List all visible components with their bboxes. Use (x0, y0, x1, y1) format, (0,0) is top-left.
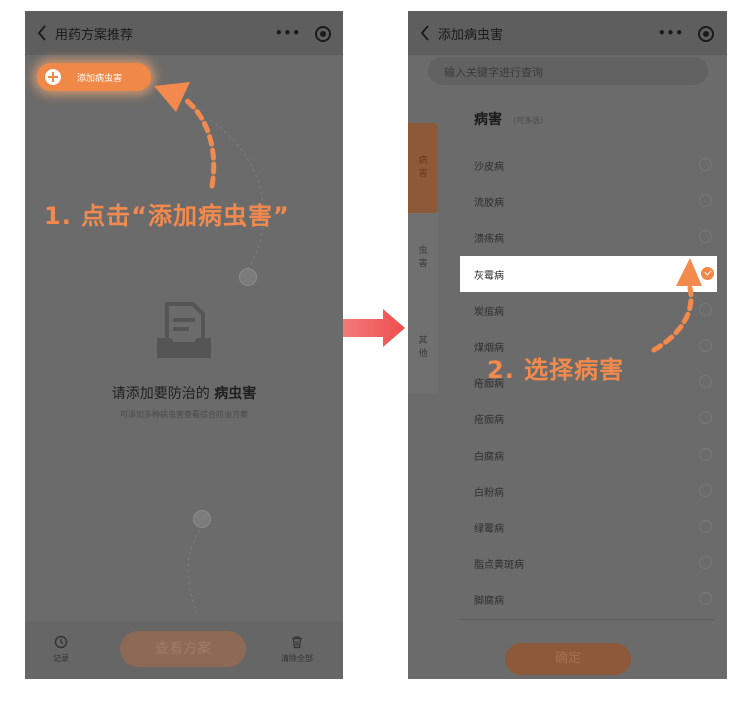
clear-all-label: 清除全部 (281, 654, 313, 663)
step1-annotation: 1. 点击“添加病虫害” (44, 202, 290, 230)
disease-row[interactable]: 灰霉病 (460, 255, 717, 292)
right-phone-screen: 添加病虫害 ••• 输入关键字进行查询 病害 虫害 其他 病害 (可多选) 沙皮… (408, 11, 727, 679)
view-plan-button[interactable]: 查看方案 (120, 631, 246, 667)
checked-radio-icon[interactable] (701, 266, 714, 280)
disease-name: 溃疡病 (474, 234, 504, 246)
disease-name: 白粉病 (474, 487, 504, 499)
add-pest-label: 添加病虫害 (77, 74, 123, 84)
radio-icon[interactable] (699, 447, 712, 461)
tab-pest[interactable]: 虫害 (408, 243, 438, 283)
disease-row[interactable]: 脂点黄斑病 (460, 545, 715, 581)
disease-name: 白腐病 (474, 451, 504, 463)
disease-row[interactable]: 白腐病 (460, 437, 715, 473)
section-subtitle: (可多选) (513, 116, 544, 125)
clear-all-button[interactable]: 清除全部 (281, 635, 313, 664)
document-icon (157, 302, 211, 358)
radio-icon[interactable] (699, 230, 712, 244)
right-nav-bar: 添加病虫害 ••• (408, 11, 727, 55)
step2-annotation: 2. 选择病害 (487, 356, 625, 384)
tab-other[interactable]: 其他 (408, 333, 438, 373)
disease-row[interactable]: 绿霉病 (460, 509, 715, 545)
disease-row[interactable]: 沙皮病 (460, 147, 715, 183)
search-placeholder: 输入关键字进行查询 (444, 66, 543, 79)
section-title: 病害 (474, 112, 502, 128)
disease-name: 疮痂病 (474, 415, 504, 427)
disease-row[interactable]: 炭疽病 (460, 292, 715, 328)
close-target-icon[interactable] (698, 26, 714, 42)
left-nav-bar: 用药方案推荐 ••• (25, 11, 343, 55)
history-button[interactable]: 记录 (53, 635, 69, 664)
disease-row[interactable]: 脚腐病 (460, 581, 715, 617)
empty-state-text: 请添加要防治的 病虫害 (25, 383, 343, 403)
disease-name: 沙皮病 (474, 162, 504, 173)
disease-row[interactable]: 白粉病 (460, 473, 715, 509)
close-target-icon[interactable] (315, 26, 331, 42)
radio-icon[interactable] (699, 411, 712, 425)
disease-row[interactable]: 疮痂病 (460, 400, 715, 436)
disease-name: 炭疽病 (474, 306, 504, 318)
tab-pest-label: 虫害 (418, 246, 428, 269)
list-divider (460, 619, 715, 620)
tutorial-stage: 用药方案推荐 ••• 添加病虫害 请添加要防治的 病虫害 可添加多种病虫害查看综… (0, 0, 749, 701)
page-title: 添加病虫害 (438, 28, 504, 43)
radio-icon[interactable] (699, 592, 712, 606)
disease-name: 脂点黄斑病 (474, 560, 524, 572)
disease-name: 绿霉病 (474, 524, 504, 535)
hint-dot-icon (239, 268, 257, 286)
plus-icon (45, 69, 61, 85)
more-dots-icon[interactable]: ••• (658, 26, 684, 40)
right-arrow-icon (343, 309, 405, 347)
confirm-button[interactable]: 确定 (505, 643, 631, 675)
radio-icon[interactable] (699, 158, 712, 171)
radio-icon[interactable] (699, 520, 712, 533)
left-phone-screen: 用药方案推荐 ••• 添加病虫害 请添加要防治的 病虫害 可添加多种病虫害查看综… (25, 11, 343, 679)
disease-name: 脚腐病 (474, 596, 504, 608)
radio-icon[interactable] (699, 339, 712, 352)
tab-other-label: 其他 (418, 336, 428, 359)
clock-icon (54, 635, 68, 649)
disease-name: 流胶病 (474, 198, 504, 210)
radio-icon[interactable] (699, 483, 712, 497)
mini-program-capsule: ••• (644, 21, 726, 47)
tab-disease[interactable]: 病害 (408, 123, 438, 213)
empty-state-prefix: 请添加要防治的 (111, 386, 215, 402)
disease-row[interactable]: 流胶病 (460, 183, 715, 219)
empty-state-bold: 病虫害 (214, 386, 257, 402)
back-chevron-icon[interactable] (418, 23, 432, 43)
search-input[interactable]: 输入关键字进行查询 (428, 57, 708, 85)
trash-icon (292, 636, 302, 649)
more-dots-icon[interactable]: ••• (275, 26, 301, 40)
disease-name: 灰霉病 (474, 270, 504, 282)
history-label: 记录 (53, 654, 69, 663)
category-sidebar: 病害 虫害 其他 (408, 123, 438, 393)
radio-icon[interactable] (699, 556, 712, 570)
radio-icon[interactable] (699, 194, 712, 208)
disease-row[interactable]: 溃疡病 (460, 219, 715, 255)
empty-state-subtext: 可添加多种病虫害查看综合防治方案 (120, 410, 248, 419)
tab-disease-label: 病害 (418, 156, 428, 179)
radio-icon[interactable] (699, 375, 712, 389)
mini-program-capsule: ••• (261, 21, 343, 47)
radio-icon[interactable] (699, 302, 712, 316)
add-pest-button[interactable]: 添加病虫害 (37, 63, 151, 91)
hint-dot-icon (193, 510, 211, 528)
back-chevron-icon[interactable] (35, 23, 49, 43)
page-title: 用药方案推荐 (55, 28, 134, 43)
bottom-toolbar: 记录 查看方案 清除全部 (25, 621, 343, 679)
